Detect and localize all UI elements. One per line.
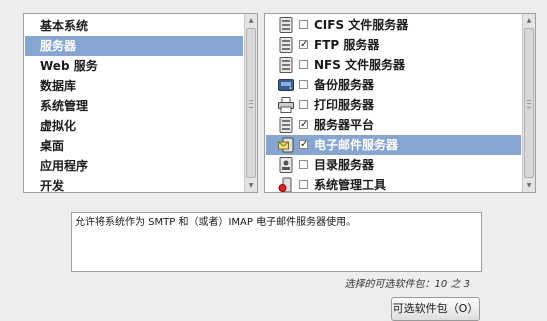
category-item-databases[interactable]: 数据库 — [25, 76, 243, 96]
package-scrollbar[interactable]: ▲ ▼ — [522, 14, 535, 192]
server-icon — [278, 57, 294, 73]
package-row-ftp[interactable]: ✓ FTP 服务器 — [266, 35, 521, 55]
package-label: FTP 服务器 — [314, 38, 380, 52]
category-item-desktop[interactable]: 桌面 — [25, 136, 243, 156]
mail-server-icon — [278, 137, 294, 153]
directory-server-icon — [278, 157, 294, 173]
package-label: 目录服务器 — [314, 158, 375, 172]
category-item-web-services[interactable]: Web 服务 — [25, 56, 243, 76]
package-checkbox[interactable]: ✓ — [299, 40, 308, 50]
package-checkbox[interactable] — [299, 180, 308, 189]
package-checkbox[interactable] — [299, 60, 308, 69]
package-label: 系统管理工具 — [314, 178, 387, 192]
package-row-directory[interactable]: 目录服务器 — [266, 155, 521, 175]
package-list[interactable]: CIFS 文件服务器 ✓ FTP 服务器 NFS 文件服务器 备份服务器 打印服… — [264, 13, 536, 193]
package-description: 允许将系统作为 SMTP 和（或者）IMAP 电子邮件服务器使用。 — [71, 212, 482, 272]
scroll-down-arrow-icon[interactable]: ▼ — [245, 179, 257, 192]
category-item-applications[interactable]: 应用程序 — [25, 156, 243, 176]
package-checkbox[interactable] — [299, 100, 308, 109]
category-item-development[interactable]: 开发 — [25, 176, 243, 192]
optional-packages-status: 选择的可选软件包：10 之 3 — [344, 279, 470, 290]
package-row-backup[interactable]: 备份服务器 — [266, 75, 521, 95]
package-checkbox[interactable] — [299, 160, 308, 169]
category-item-virtualization[interactable]: 虚拟化 — [25, 116, 243, 136]
scroll-down-arrow-icon[interactable]: ▼ — [523, 179, 535, 192]
package-row-cifs[interactable]: CIFS 文件服务器 — [266, 15, 521, 35]
package-row-nfs[interactable]: NFS 文件服务器 — [266, 55, 521, 75]
server-icon — [278, 37, 294, 53]
category-list[interactable]: 基本系统 服务器 Web 服务 数据库 系统管理 虚拟化 桌面 应用程序 开发 … — [23, 13, 258, 193]
package-label: CIFS 文件服务器 — [314, 18, 409, 32]
admin-tools-icon — [278, 177, 294, 192]
backup-drive-icon — [278, 77, 294, 93]
scroll-thumb[interactable] — [524, 28, 534, 178]
package-checkbox[interactable] — [299, 20, 308, 29]
category-item-servers[interactable]: 服务器 — [25, 36, 243, 56]
category-items: 基本系统 服务器 Web 服务 数据库 系统管理 虚拟化 桌面 应用程序 开发 — [25, 16, 243, 192]
category-item-system-management[interactable]: 系统管理 — [25, 96, 243, 116]
package-checkbox[interactable] — [299, 80, 308, 89]
category-item-base-system[interactable]: 基本系统 — [25, 16, 243, 36]
package-row-server-platform[interactable]: ✓ 服务器平台 — [266, 115, 521, 135]
printer-icon — [278, 97, 294, 113]
package-checkbox[interactable]: ✓ — [299, 120, 308, 130]
category-scrollbar[interactable]: ▲ ▼ — [244, 14, 257, 192]
package-label: 打印服务器 — [314, 98, 375, 112]
package-row-email[interactable]: ✓ 电子邮件服务器 — [266, 135, 521, 155]
package-checkbox[interactable]: ✓ — [299, 140, 308, 150]
package-label: NFS 文件服务器 — [314, 58, 406, 72]
scroll-up-arrow-icon[interactable]: ▲ — [245, 14, 257, 27]
scroll-thumb[interactable] — [246, 28, 256, 178]
package-label: 备份服务器 — [314, 78, 375, 92]
server-icon — [278, 17, 294, 33]
scroll-up-arrow-icon[interactable]: ▲ — [523, 14, 535, 27]
package-label: 服务器平台 — [314, 118, 375, 132]
server-icon — [278, 117, 294, 133]
package-row-admin-tools[interactable]: 系统管理工具 — [266, 175, 521, 192]
optional-packages-button[interactable]: 可选软件包（O） — [391, 297, 480, 321]
package-items: CIFS 文件服务器 ✓ FTP 服务器 NFS 文件服务器 备份服务器 打印服… — [266, 15, 521, 192]
package-row-print[interactable]: 打印服务器 — [266, 95, 521, 115]
package-label: 电子邮件服务器 — [314, 138, 399, 152]
